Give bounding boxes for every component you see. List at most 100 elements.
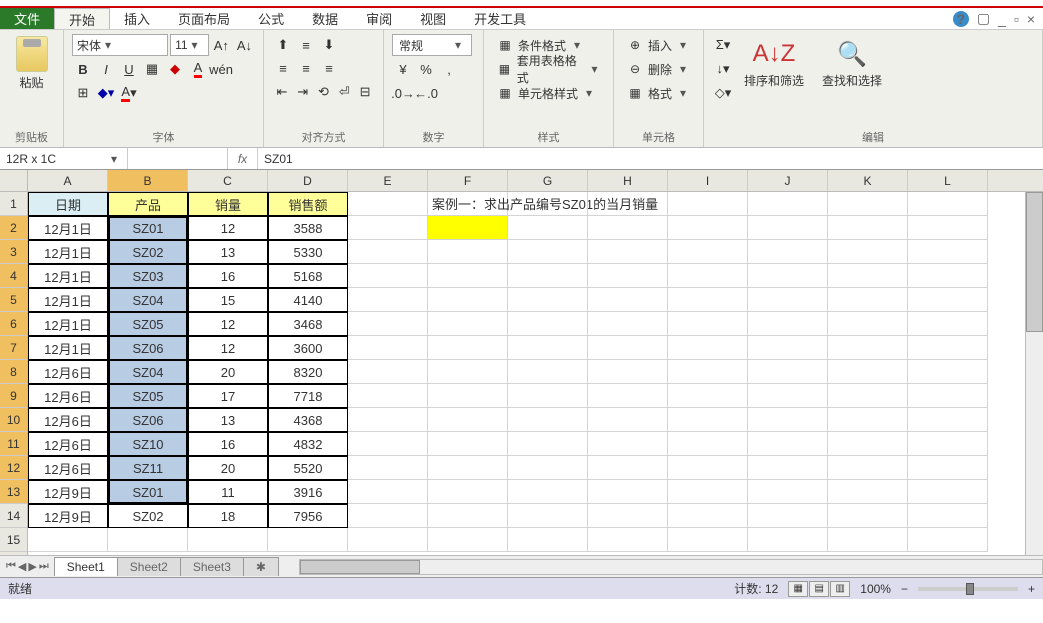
cell-C13[interactable]: 11 <box>188 480 268 504</box>
fill-drop-icon[interactable]: ◆▾ <box>95 82 117 104</box>
cell-C7[interactable]: 12 <box>188 336 268 360</box>
cell-I13[interactable] <box>668 480 748 504</box>
cell-E10[interactable] <box>348 408 428 432</box>
align-center-icon[interactable]: ≡ <box>295 57 317 79</box>
cell-K12[interactable] <box>828 456 908 480</box>
col-header-I[interactable]: I <box>668 170 748 191</box>
comma-icon[interactable]: , <box>438 58 460 80</box>
cell-G4[interactable] <box>508 264 588 288</box>
bold-button[interactable]: B <box>72 58 94 80</box>
vertical-scrollbar[interactable] <box>1025 192 1043 555</box>
align-right-icon[interactable]: ≡ <box>318 57 340 79</box>
sheet-tab-2[interactable]: Sheet2 <box>117 557 181 576</box>
select-all-corner[interactable] <box>0 170 27 192</box>
fill-color-button[interactable]: ◆ <box>164 58 186 80</box>
cell-F2[interactable] <box>428 216 508 240</box>
cell-F6[interactable] <box>428 312 508 336</box>
sheet-tab-3[interactable]: Sheet3 <box>180 557 244 576</box>
zoom-level[interactable]: 100% <box>860 582 891 596</box>
cell-H1[interactable] <box>588 192 668 216</box>
cell-E4[interactable] <box>348 264 428 288</box>
cell-D9[interactable]: 7718 <box>268 384 348 408</box>
row-header-9[interactable]: 9 <box>0 384 27 408</box>
cell-K4[interactable] <box>828 264 908 288</box>
cell-I14[interactable] <box>668 504 748 528</box>
cell-E6[interactable] <box>348 312 428 336</box>
cell-F7[interactable] <box>428 336 508 360</box>
cell-I4[interactable] <box>668 264 748 288</box>
paste-button[interactable]: 粘贴 <box>8 34 55 93</box>
cell-H12[interactable] <box>588 456 668 480</box>
cell-A3[interactable]: 12月1日 <box>28 240 108 264</box>
cell-H13[interactable] <box>588 480 668 504</box>
col-header-C[interactable]: C <box>188 170 268 191</box>
cell-E2[interactable] <box>348 216 428 240</box>
format-cells-button[interactable]: ▦格式▾ <box>622 82 695 104</box>
cell-F15[interactable] <box>428 528 508 552</box>
cell-C4[interactable]: 16 <box>188 264 268 288</box>
align-bottom-icon[interactable]: ⬇ <box>318 34 340 56</box>
cell-D3[interactable]: 5330 <box>268 240 348 264</box>
cell-H4[interactable] <box>588 264 668 288</box>
tab-prev-icon[interactable]: ◀ <box>18 560 26 573</box>
cell-L7[interactable] <box>908 336 988 360</box>
cell-L8[interactable] <box>908 360 988 384</box>
clear-icon[interactable]: ◇▾ <box>712 82 734 104</box>
zoom-out-icon[interactable]: − <box>901 582 908 596</box>
row-header-3[interactable]: 3 <box>0 240 27 264</box>
border-all-icon[interactable]: ⊞ <box>72 82 94 104</box>
cell-F10[interactable] <box>428 408 508 432</box>
col-header-A[interactable]: A <box>28 170 108 191</box>
cell-K8[interactable] <box>828 360 908 384</box>
cell-E15[interactable] <box>348 528 428 552</box>
row-header-15[interactable]: 15 <box>0 528 27 552</box>
cell-C12[interactable]: 20 <box>188 456 268 480</box>
cell-D11[interactable]: 4832 <box>268 432 348 456</box>
cell-C6[interactable]: 12 <box>188 312 268 336</box>
tab-last-icon[interactable]: ⏭ <box>39 560 49 573</box>
col-header-H[interactable]: H <box>588 170 668 191</box>
cell-D7[interactable]: 3600 <box>268 336 348 360</box>
cell-A8[interactable]: 12月6日 <box>28 360 108 384</box>
tab-layout[interactable]: 页面布局 <box>164 8 244 29</box>
new-sheet-icon[interactable]: ✱ <box>243 557 279 576</box>
row-header-10[interactable]: 10 <box>0 408 27 432</box>
underline-button[interactable]: U <box>118 58 140 80</box>
tab-next-icon[interactable]: ▶ <box>28 560 36 573</box>
number-format-select[interactable]: 常规▾ <box>392 34 472 56</box>
cell-C2[interactable]: 12 <box>188 216 268 240</box>
cell-B2[interactable]: SZ01 <box>108 216 188 240</box>
cell-G5[interactable] <box>508 288 588 312</box>
cell-A15[interactable] <box>28 528 108 552</box>
cell-L5[interactable] <box>908 288 988 312</box>
cell-D10[interactable]: 4368 <box>268 408 348 432</box>
merge-center-icon[interactable]: ⊟ <box>355 81 375 103</box>
horizontal-scrollbar[interactable] <box>299 559 1043 575</box>
cell-L14[interactable] <box>908 504 988 528</box>
cell-J12[interactable] <box>748 456 828 480</box>
cell-I12[interactable] <box>668 456 748 480</box>
row-header-2[interactable]: 2 <box>0 216 27 240</box>
fx-icon[interactable]: fx <box>228 148 258 169</box>
cell-D14[interactable]: 7956 <box>268 504 348 528</box>
cell-G8[interactable] <box>508 360 588 384</box>
border-button[interactable]: ▦ <box>141 58 163 80</box>
cell-J5[interactable] <box>748 288 828 312</box>
cell-I6[interactable] <box>668 312 748 336</box>
cell-K9[interactable] <box>828 384 908 408</box>
cell-G3[interactable] <box>508 240 588 264</box>
cell-F12[interactable] <box>428 456 508 480</box>
cell-E7[interactable] <box>348 336 428 360</box>
find-select-button[interactable]: 🔍 查找和选择 <box>814 34 890 93</box>
cell-J2[interactable] <box>748 216 828 240</box>
cell-A14[interactable]: 12月9日 <box>28 504 108 528</box>
cell-F5[interactable] <box>428 288 508 312</box>
view-layout-icon[interactable]: ▤ <box>809 581 829 597</box>
font-name-select[interactable]: 宋体▾ <box>72 34 168 56</box>
wrap-text-icon[interactable]: ⏎ <box>334 81 354 103</box>
cell-J15[interactable] <box>748 528 828 552</box>
cell-A1[interactable]: 日期 <box>28 192 108 216</box>
cell-C5[interactable]: 15 <box>188 288 268 312</box>
cell-L12[interactable] <box>908 456 988 480</box>
cell-I11[interactable] <box>668 432 748 456</box>
